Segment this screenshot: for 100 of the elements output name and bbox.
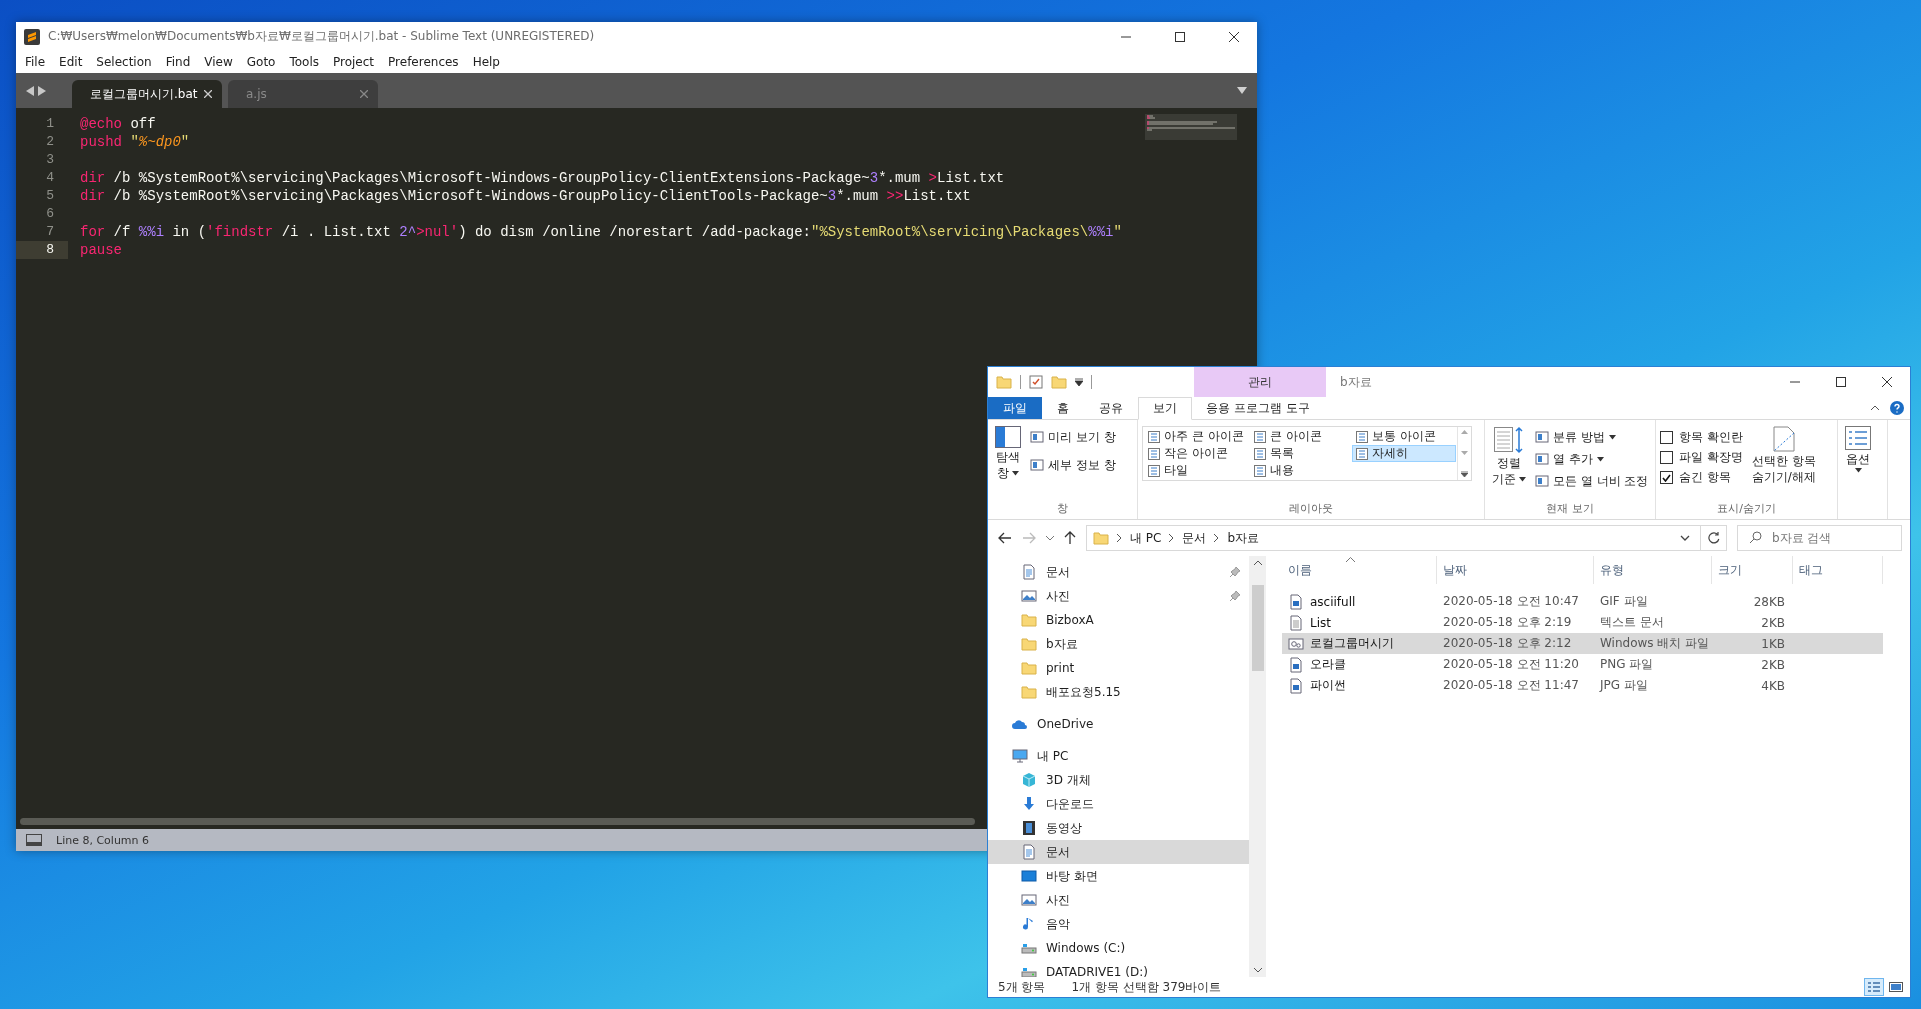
nav-item[interactable]: 다운로드 xyxy=(988,792,1249,816)
layout-option[interactable]: 큰 아이콘 xyxy=(1250,428,1352,445)
nav-item[interactable]: 바탕 화면 xyxy=(988,864,1249,888)
view-button[interactable]: 열 추가 xyxy=(1535,450,1649,468)
right-arrow-icon[interactable] xyxy=(38,85,46,96)
navigation-pane-button[interactable]: 탐색 창 xyxy=(992,426,1024,480)
chevron-icon xyxy=(1117,534,1122,542)
table-cell-text: 2020-05-18 오전 11:47 xyxy=(1442,677,1580,694)
column-header[interactable]: 유형 xyxy=(1594,556,1712,584)
checkbox[interactable] xyxy=(1660,451,1673,464)
search-field[interactable]: b자료 검색 xyxy=(1737,525,1902,551)
nav-item[interactable]: 내 PC xyxy=(988,744,1249,768)
panel-toggle-icon[interactable] xyxy=(26,834,42,846)
computer-icon xyxy=(1012,748,1028,764)
menu-item[interactable]: Goto xyxy=(239,55,283,69)
nav-item[interactable]: BizboxA xyxy=(988,608,1249,632)
ribbon-tab[interactable]: 파일 xyxy=(988,397,1042,419)
nav-item[interactable]: 사진 xyxy=(988,584,1249,608)
nav-item[interactable]: 3D 개체 xyxy=(988,768,1249,792)
collapse-icon[interactable] xyxy=(1870,405,1880,411)
nav-item[interactable]: 문서 xyxy=(988,560,1249,584)
column-header[interactable]: 날짜 xyxy=(1437,556,1594,584)
nav-item[interactable]: print xyxy=(988,656,1249,680)
download-icon xyxy=(1021,796,1037,812)
layout-option[interactable]: 자세히 xyxy=(1352,445,1456,462)
scrollbar-thumb[interactable] xyxy=(1251,585,1264,671)
picture-icon xyxy=(1021,588,1037,604)
layout-option[interactable]: 보통 아이콘 xyxy=(1352,428,1456,445)
breadcrumb[interactable]: b자료 xyxy=(1227,529,1260,547)
nav-item[interactable]: Windows (C:) xyxy=(988,936,1249,960)
code-line: dir /b %SystemRoot%\servicing\Packages\Microsoft-Windows-GroupPolicy-ClientTools-Package~3*.mum >>List.txt xyxy=(79,188,971,204)
view-toggle[interactable] xyxy=(1864,978,1884,996)
refresh-icon[interactable] xyxy=(1707,532,1720,544)
nav-item[interactable]: 배포요청5.15 xyxy=(988,680,1249,704)
scroll-down-icon[interactable] xyxy=(1253,968,1262,973)
nav-item[interactable]: OneDrive xyxy=(988,712,1249,736)
menu-item[interactable]: Tools xyxy=(282,55,326,69)
nav-item[interactable]: 동영상 xyxy=(988,816,1249,840)
dropdown-icon[interactable] xyxy=(1680,535,1690,541)
layout-option[interactable]: 내용 xyxy=(1250,462,1352,479)
file-row[interactable]: 오라클 2020-05-18 오전 11:20 PNG 파일 2KB xyxy=(1282,654,1883,675)
columns-icon xyxy=(1535,430,1549,444)
folder-icon xyxy=(1021,660,1037,676)
file-row[interactable]: 파이썬 2020-05-18 오전 11:47 JPG 파일 4KB xyxy=(1282,675,1883,696)
expand-icon[interactable] xyxy=(1461,471,1468,477)
nav-item[interactable]: 문서 xyxy=(988,840,1249,864)
menu-item[interactable]: File xyxy=(18,55,53,69)
ribbon-tab[interactable]: 보기 xyxy=(1138,397,1192,420)
sort-button[interactable]: 정렬 기준 xyxy=(1489,426,1529,486)
nav-item[interactable]: 음악 xyxy=(988,912,1249,936)
menu-item[interactable]: Help xyxy=(465,55,507,69)
code-line: pause xyxy=(79,242,122,258)
layout-option[interactable]: 아주 큰 아이콘 xyxy=(1144,428,1250,445)
column-header[interactable]: 태그 xyxy=(1793,556,1883,584)
column-header[interactable]: 이름 xyxy=(1282,556,1437,584)
recent-locations-icon[interactable] xyxy=(1046,535,1054,541)
menu-item[interactable]: Edit xyxy=(52,55,90,69)
details-view-icon xyxy=(1867,981,1881,993)
menu-item[interactable]: Find xyxy=(158,55,198,69)
pane-button[interactable]: 세부 정보 창 xyxy=(1030,456,1116,474)
menu-item[interactable]: Project xyxy=(326,55,382,69)
layout-option[interactable]: 작은 아이콘 xyxy=(1144,445,1250,462)
properties-icon[interactable] xyxy=(1029,375,1043,389)
checkbox[interactable] xyxy=(1660,471,1673,484)
address-bar[interactable]: 내 PC 문서 b자료 xyxy=(1086,525,1727,551)
help-icon[interactable] xyxy=(1890,401,1904,415)
menu-item[interactable]: Selection xyxy=(89,55,159,69)
pane-button[interactable]: 미리 보기 창 xyxy=(1030,428,1116,446)
nav-item[interactable]: DATADRIVE1 (D:) xyxy=(988,960,1249,977)
left-arrow-icon[interactable] xyxy=(26,85,34,96)
horizontal-scrollbar[interactable] xyxy=(20,818,975,825)
checkbox[interactable] xyxy=(1660,431,1673,444)
folder-icon xyxy=(996,374,1012,390)
breadcrumb[interactable]: 문서 xyxy=(1182,529,1207,547)
close-icon xyxy=(1882,377,1892,387)
table-cell-text: 28KB xyxy=(1752,594,1786,609)
breadcrumb[interactable]: 내 PC xyxy=(1130,529,1162,547)
nav-item[interactable]: b자료 xyxy=(988,632,1249,656)
hide-selected-button[interactable]: 선택한 항목 숨기기/해제 xyxy=(1748,426,1819,484)
file-row[interactable]: asciifull 2020-05-18 오전 10:47 GIF 파일 28KB xyxy=(1282,591,1883,612)
menu-item[interactable]: View xyxy=(197,55,240,69)
customize-icon[interactable] xyxy=(1075,378,1083,386)
menu-item[interactable]: Preferences xyxy=(381,55,466,69)
back-arrow-icon[interactable] xyxy=(998,532,1012,544)
layout-option[interactable]: 타일 xyxy=(1144,462,1250,479)
nav-item[interactable]: 사진 xyxy=(988,888,1249,912)
layout-option[interactable]: 목록 xyxy=(1250,445,1352,462)
file-tab[interactable]: 로컬그룹머시기.bat xyxy=(72,80,222,108)
file-row[interactable]: 로컬그룹머시기 2020-05-18 오후 2:12 Windows 배치 파일 1KB xyxy=(1282,633,1883,654)
close-icon xyxy=(1229,31,1239,42)
close-icon[interactable] xyxy=(204,90,212,98)
up-arrow-icon[interactable] xyxy=(1064,531,1076,545)
view-button[interactable]: 모든 열 너비 조정 xyxy=(1535,472,1649,490)
options-button[interactable]: 옵션 xyxy=(1842,426,1874,473)
file-row[interactable]: List 2020-05-18 오후 2:19 텍스트 문서 2KB xyxy=(1282,612,1883,633)
column-header[interactable]: 크기 xyxy=(1712,556,1793,584)
dropdown-arrow-icon[interactable] xyxy=(1237,87,1247,94)
line-number: 4 xyxy=(45,169,55,187)
scroll-up-icon[interactable] xyxy=(1253,560,1262,565)
view-button[interactable]: 분류 방법 xyxy=(1535,428,1649,446)
